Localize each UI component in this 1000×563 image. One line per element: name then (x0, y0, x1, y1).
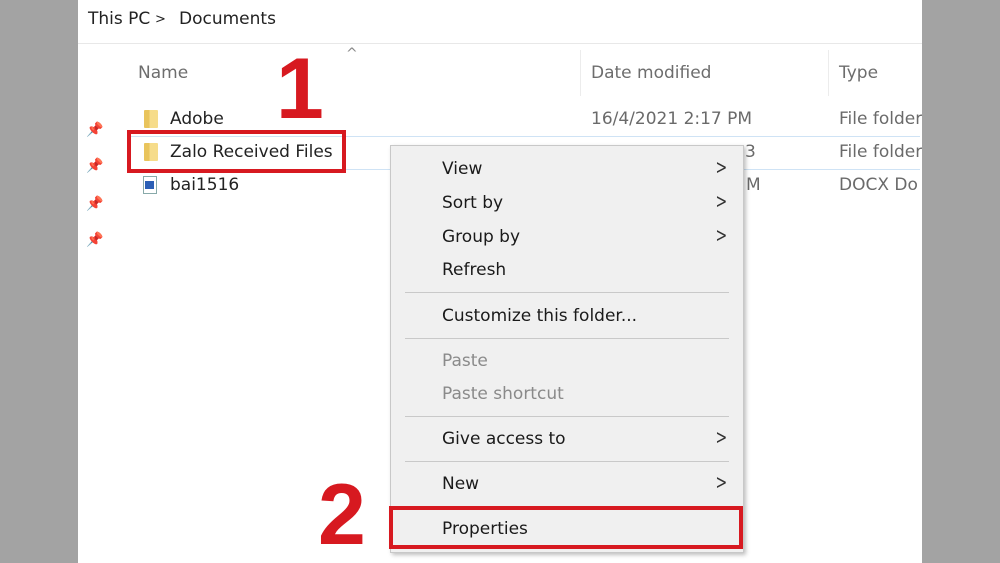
annotation-number-1: 1 (276, 41, 324, 137)
annotation-number-2: 2 (318, 467, 366, 563)
file-type: File folder (839, 109, 922, 129)
menu-item-view[interactable]: View (442, 159, 482, 179)
pin-icon[interactable]: 📌 (86, 232, 103, 248)
file-date-fragment: 3 (745, 142, 756, 162)
sort-ascending-icon: ^ (346, 46, 358, 62)
menu-item-group-by[interactable]: Group by (442, 227, 520, 247)
column-header-type[interactable]: Type (839, 63, 878, 83)
menu-separator (405, 416, 729, 417)
address-divider (78, 43, 922, 44)
column-header-name[interactable]: Name (138, 63, 188, 83)
file-date-fragment: M (746, 175, 761, 195)
chevron-right-icon: > (715, 425, 728, 449)
column-divider[interactable] (828, 50, 829, 96)
menu-separator (405, 461, 729, 462)
breadcrumb-this-pc[interactable]: This PC (88, 9, 150, 29)
chevron-right-icon: > (715, 155, 728, 179)
column-divider[interactable] (580, 50, 581, 96)
breadcrumb-separator-icon: > (155, 12, 166, 27)
folder-icon (144, 110, 158, 128)
chevron-right-icon: > (715, 189, 728, 213)
menu-item-sort-by[interactable]: Sort by (442, 193, 503, 213)
menu-separator (405, 292, 729, 293)
file-date: 16/4/2021 2:17 PM (591, 109, 753, 129)
menu-item-give-access-to[interactable]: Give access to (442, 429, 566, 449)
annotation-box-2 (389, 506, 743, 549)
chevron-right-icon: > (715, 223, 728, 247)
right-gray-bar (922, 0, 1000, 563)
file-name: bai1516 (170, 175, 240, 195)
menu-item-refresh[interactable]: Refresh (442, 260, 506, 280)
docx-icon (143, 176, 157, 194)
pin-icon[interactable]: 📌 (86, 196, 103, 212)
column-header-date-modified[interactable]: Date modified (591, 63, 711, 83)
file-name: Adobe (170, 109, 224, 129)
file-type: File folder (839, 142, 922, 162)
menu-item-paste: Paste (442, 351, 488, 371)
pin-icon[interactable]: 📌 (86, 158, 103, 174)
context-menu: View > Sort by > Group by > Refresh Cust… (390, 145, 744, 553)
menu-separator (405, 338, 729, 339)
pin-icon[interactable]: 📌 (86, 122, 103, 138)
menu-item-new[interactable]: New (442, 474, 479, 494)
left-gray-bar (0, 0, 78, 563)
menu-item-customize-folder[interactable]: Customize this folder... (442, 306, 637, 326)
menu-item-paste-shortcut: Paste shortcut (442, 384, 564, 404)
breadcrumb-documents[interactable]: Documents (179, 9, 276, 29)
file-type: DOCX Do (839, 175, 918, 195)
chevron-right-icon: > (715, 470, 728, 494)
